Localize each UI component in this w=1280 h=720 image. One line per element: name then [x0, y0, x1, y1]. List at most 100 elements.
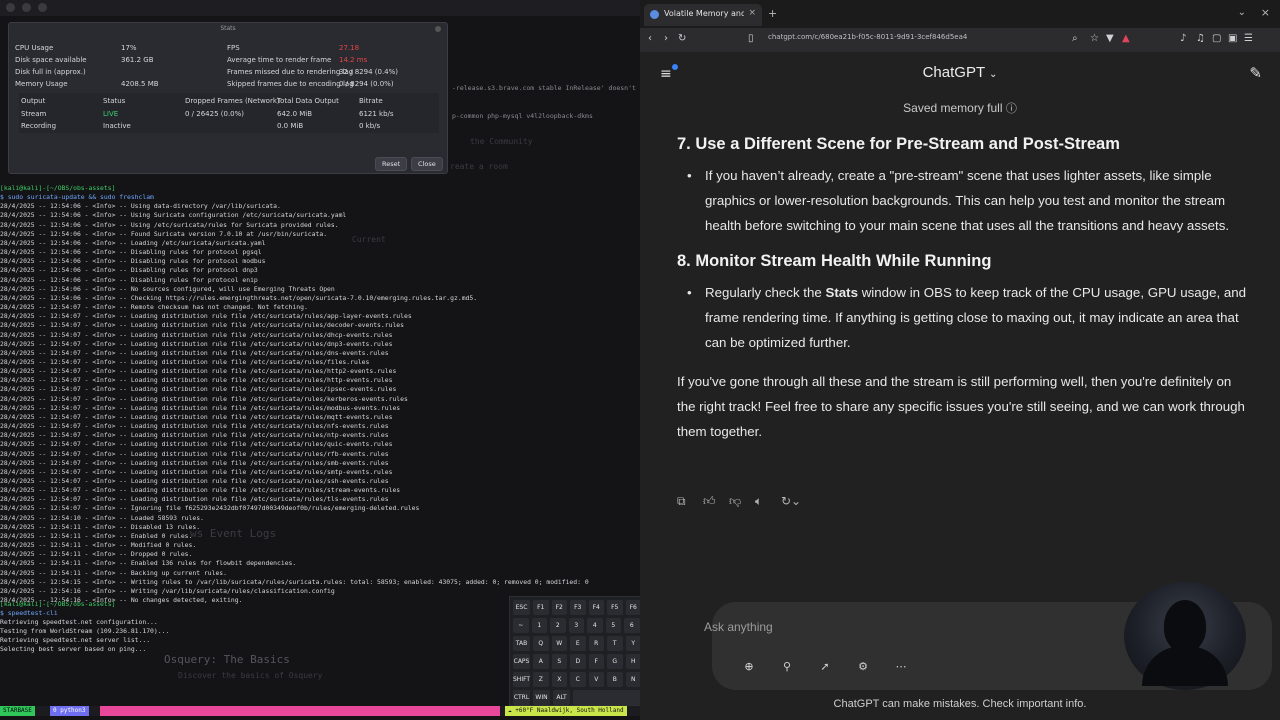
key-h[interactable]: H	[625, 654, 640, 669]
key-b[interactable]: B	[607, 672, 623, 687]
key-q[interactable]: Q	[533, 636, 549, 651]
key-alt[interactable]: ALT	[553, 690, 570, 705]
row-stream-status: LIVE	[103, 110, 119, 118]
brave-shield-icon[interactable]: ▼	[1106, 33, 1114, 44]
menu-icon[interactable]: ☰	[1244, 33, 1253, 44]
key-e[interactable]: E	[570, 636, 586, 651]
speaker-icon[interactable]: 🔈︎	[755, 494, 781, 509]
bookmark-icon[interactable]: ▯	[748, 33, 754, 44]
address-bar[interactable]: chatgpt.com/c/680ea21b-f05c-8011-9d91-3c…	[768, 33, 967, 41]
assistant-message: 7. Use a Different Scene for Pre-Stream …	[677, 130, 1247, 444]
key-ctrl[interactable]: CTRL	[513, 690, 530, 705]
key-f5[interactable]: F5	[607, 600, 623, 615]
key-z[interactable]: Z	[533, 672, 549, 687]
terminal-line: 28/4/2025 -- 12:54:07 - <Info> -- Loadin…	[0, 495, 389, 504]
key-r[interactable]: R	[588, 636, 604, 651]
obs-stats-window: Stats CPU Usage 17% FPS 27.18 Disk space…	[8, 22, 448, 174]
key-esc[interactable]: ESC	[513, 600, 530, 615]
tab-close-icon[interactable]: ×	[748, 8, 756, 18]
key-3[interactable]: 3	[568, 618, 584, 633]
new-chat-icon[interactable]: ✎	[1249, 64, 1262, 82]
copy-icon[interactable]: ⧉	[677, 494, 703, 509]
key-g[interactable]: G	[607, 654, 623, 669]
terminal-line: 28/4/2025 -- 12:54:11 - <Info> -- Droppe…	[0, 550, 193, 559]
key-f6[interactable]: F6	[625, 600, 640, 615]
terminal-line: 28/4/2025 -- 12:54:07 - <Info> -- Loadin…	[0, 376, 393, 385]
key-w[interactable]: W	[551, 636, 567, 651]
key-d[interactable]: D	[570, 654, 586, 669]
extension-icon[interactable]: ♪	[1180, 33, 1186, 44]
key-a[interactable]: A	[533, 654, 549, 669]
key-n[interactable]: N	[625, 672, 640, 687]
back-icon[interactable]: ‹	[648, 33, 652, 44]
key-x[interactable]: X	[551, 672, 567, 687]
status-window: 0 python3	[50, 706, 89, 716]
tmux-status-bar: STARBASE 0 python3 ☁ +60°F Naaldwijk, So…	[0, 706, 640, 716]
key-f2[interactable]: F2	[551, 600, 567, 615]
memory-notice-text: Saved memory full	[903, 101, 1003, 115]
key-1[interactable]: 1	[531, 618, 547, 633]
terminal-output[interactable]: [kali@kali]-[~/OBS/obs-assets] $ sudo sur…	[0, 184, 640, 604]
key-5[interactable]: 5	[605, 618, 621, 633]
terminal-line: 28/4/2025 -- 12:54:06 - <Info> -- Disabl…	[0, 257, 266, 266]
window-close-icon[interactable]: ×	[1261, 6, 1270, 19]
key-f[interactable]: F	[588, 654, 604, 669]
tab-chatgpt[interactable]: Volatile Memory and Fo ×	[644, 4, 762, 26]
key-space[interactable]	[573, 690, 640, 705]
chat-input-placeholder[interactable]: Ask anything	[704, 620, 773, 634]
key-f1[interactable]: F1	[533, 600, 549, 615]
output-table: Output Status Dropped Frames (Network) T…	[19, 93, 439, 133]
zoom-icon[interactable]: ⌕	[1072, 33, 1078, 44]
key-f3[interactable]: F3	[570, 600, 586, 615]
key-f4[interactable]: F4	[588, 600, 604, 615]
memory-notice[interactable]: Saved memory full ⓘ	[640, 100, 1280, 116]
key-sym[interactable]: ~	[513, 618, 529, 633]
terminal-line: 28/4/2025 -- 12:54:07 - <Info> -- Loadin…	[0, 449, 389, 458]
key-v[interactable]: V	[588, 672, 604, 687]
on-screen-keyboard[interactable]: ESCF1F2F3F4F5F6F7F8F9F10F11F12~123456789…	[509, 596, 640, 706]
forward-icon[interactable]: ›	[664, 33, 668, 44]
reload-icon[interactable]: ↻	[678, 33, 686, 44]
terminal-line: 28/4/2025 -- 12:54:16 - <Info> -- Writin…	[0, 586, 335, 595]
key-caps[interactable]: CAPS	[513, 654, 530, 669]
bg-room-text: reate a room	[450, 162, 508, 171]
terminal-line: 28/4/2025 -- 12:54:06 - <Info> -- Found …	[0, 229, 328, 238]
star-icon[interactable]: ☆	[1090, 33, 1099, 44]
terminal-output-2[interactable]: [kali@kali]-[~/OBS/obs-assets] $ speedtes…	[0, 600, 505, 700]
music-icon[interactable]: ♫	[1196, 33, 1205, 44]
terminal-line: Selecting best server based on ping...	[0, 645, 147, 654]
terminal-line: 28/4/2025 -- 12:54:07 - <Info> -- Loadin…	[0, 422, 389, 431]
tools-icon[interactable]: ⚙	[852, 656, 874, 678]
key-c[interactable]: C	[570, 672, 586, 687]
model-selector[interactable]: ChatGPT ⌄	[640, 64, 1280, 81]
sidebar-icon[interactable]: ▢	[1212, 33, 1221, 44]
thumbs-down-icon[interactable]: 👎︎	[729, 494, 755, 509]
row-rec-output: Recording	[21, 122, 57, 130]
key-t[interactable]: T	[607, 636, 623, 651]
terminal-line: 28/4/2025 -- 12:54:07 - <Info> -- Loadin…	[0, 412, 393, 421]
bulb-icon[interactable]: ⚲	[776, 656, 798, 678]
reset-button[interactable]: Reset	[375, 157, 408, 171]
more-icon[interactable]: ⋯	[890, 656, 912, 678]
tab-list-chevron-icon[interactable]: ⌄	[1238, 7, 1246, 18]
regenerate-icon[interactable]: ↻⌄	[781, 494, 807, 508]
globe-icon[interactable]: ⊕	[738, 656, 760, 678]
wallet-icon[interactable]: ▣	[1228, 33, 1237, 44]
terminal-line: 28/4/2025 -- 12:54:07 - <Info> -- Loadin…	[0, 367, 397, 376]
key-6[interactable]: 6	[624, 618, 640, 633]
key-shift[interactable]: SHIFT	[513, 672, 530, 687]
key-tab[interactable]: TAB	[513, 636, 530, 651]
key-2[interactable]: 2	[550, 618, 566, 633]
terminal-line: 28/4/2025 -- 12:54:07 - <Info> -- Loadin…	[0, 440, 393, 449]
stats-close-dot-icon[interactable]	[435, 26, 441, 32]
new-tab-icon[interactable]: +	[768, 7, 777, 20]
thumbs-up-icon[interactable]: 👍︎	[703, 494, 729, 509]
brave-rewards-icon[interactable]: ▲	[1122, 33, 1130, 44]
message-actions: ⧉ 👍︎ 👎︎ 🔈︎ ↻⌄	[677, 490, 807, 510]
key-4[interactable]: 4	[587, 618, 603, 633]
key-win[interactable]: WIN	[533, 690, 550, 705]
key-s[interactable]: S	[551, 654, 567, 669]
send-arrow-icon[interactable]: ➚	[814, 656, 836, 678]
key-y[interactable]: Y	[625, 636, 640, 651]
close-button[interactable]: Close	[411, 157, 443, 171]
